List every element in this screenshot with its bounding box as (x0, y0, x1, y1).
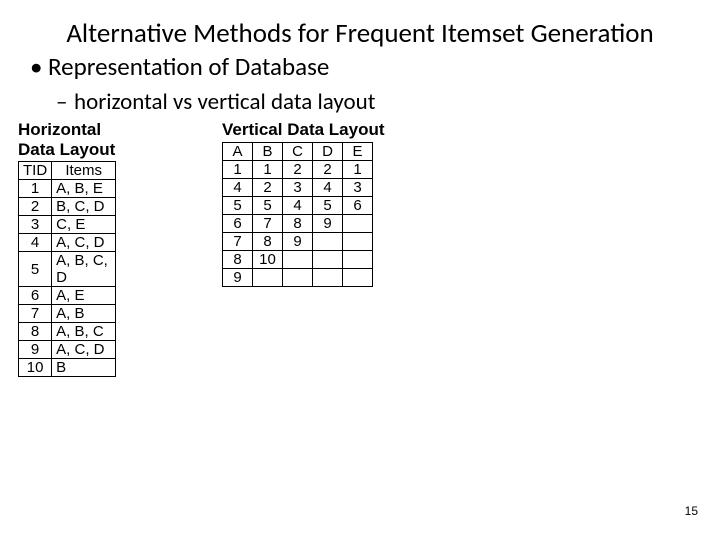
cell: 6 (223, 214, 253, 232)
cell: 2 (253, 178, 283, 196)
cell (283, 250, 313, 268)
cell-items: A, B, E (52, 180, 116, 198)
cell (313, 268, 343, 286)
cell: 8 (223, 250, 253, 268)
table-row: 9 (223, 268, 373, 286)
bullet-level2: –horizontal vs vertical data layout (0, 82, 720, 116)
vertical-table: ABCDE 11221423435545667897898109 (222, 142, 373, 287)
cell: 7 (223, 232, 253, 250)
cell-tid: 2 (19, 198, 52, 216)
cell: 5 (313, 196, 343, 214)
table-row: 55456 (223, 196, 373, 214)
cell-items: A, C, D (52, 341, 116, 359)
horizontal-heading: Horizontal Data Layout (18, 120, 116, 159)
table-row: 3C, E (19, 216, 116, 234)
table-row: 4A, C, D (19, 234, 116, 252)
page-number: 15 (685, 504, 698, 518)
table-row: 10B (19, 359, 116, 377)
cell: 10 (253, 250, 283, 268)
cell-items: A, B (52, 305, 116, 323)
cell: 8 (253, 232, 283, 250)
cell: 3 (343, 178, 373, 196)
cell: 2 (313, 160, 343, 178)
cell-tid: 5 (19, 252, 52, 287)
cell: 4 (223, 178, 253, 196)
table-row: 1A, B, E (19, 180, 116, 198)
cell: 2 (283, 160, 313, 178)
cell: 1 (223, 160, 253, 178)
col-header-c: C (283, 142, 313, 160)
cell-tid: 4 (19, 234, 52, 252)
cell: 9 (313, 214, 343, 232)
vertical-layout-section: Vertical Data Layout ABCDE 1122142343554… (222, 120, 385, 287)
table-row: 6789 (223, 214, 373, 232)
cell (343, 214, 373, 232)
bullet-level2-text: horizontal vs vertical data layout (74, 88, 375, 116)
cell: 4 (313, 178, 343, 196)
table-row: 11221 (223, 160, 373, 178)
cell: 5 (253, 196, 283, 214)
cell-items: B, C, D (52, 198, 116, 216)
cell-tid: 8 (19, 323, 52, 341)
cell: 6 (343, 196, 373, 214)
cell (313, 232, 343, 250)
col-header-tid: TID (19, 162, 52, 180)
col-header-items: Items (52, 162, 116, 180)
cell: 9 (283, 232, 313, 250)
bullet-level1-text: Representation of Database (48, 51, 329, 82)
col-header-a: A (223, 142, 253, 160)
table-row: 810 (223, 250, 373, 268)
cell-items: B (52, 359, 116, 377)
table-row: 2B, C, D (19, 198, 116, 216)
cell (343, 268, 373, 286)
table-row: 5A, B, C, D (19, 252, 116, 287)
cell-tid: 10 (19, 359, 52, 377)
cell-tid: 1 (19, 180, 52, 198)
bullet-level1: •Representation of Database (0, 51, 720, 82)
bullet-dash: – (56, 88, 74, 116)
vertical-heading: Vertical Data Layout (222, 120, 385, 140)
table-row: 789 (223, 232, 373, 250)
page-title: Alternative Methods for Frequent Itemset… (0, 0, 720, 51)
cell: 3 (283, 178, 313, 196)
cell-tid: 6 (19, 287, 52, 305)
horizontal-table: TID Items 1A, B, E2B, C, D3C, E4A, C, D5… (18, 161, 116, 377)
cell (313, 250, 343, 268)
cell-items: A, B, C (52, 323, 116, 341)
table-header-row: TID Items (19, 162, 116, 180)
cell: 8 (283, 214, 313, 232)
cell: 7 (253, 214, 283, 232)
cell-tid: 3 (19, 216, 52, 234)
cell (343, 250, 373, 268)
cell-items: C, E (52, 216, 116, 234)
col-header-e: E (343, 142, 373, 160)
cell (343, 232, 373, 250)
cell: 9 (223, 268, 253, 286)
cell: 5 (223, 196, 253, 214)
cell: 4 (283, 196, 313, 214)
cell-items: A, B, C, D (52, 252, 116, 287)
bullet-dot: • (30, 51, 48, 82)
cell: 1 (253, 160, 283, 178)
cell-items: A, E (52, 287, 116, 305)
table-row: 42343 (223, 178, 373, 196)
cell (283, 268, 313, 286)
cell (253, 268, 283, 286)
cell-tid: 9 (19, 341, 52, 359)
table-row: 6A, E (19, 287, 116, 305)
col-header-d: D (313, 142, 343, 160)
col-header-b: B (253, 142, 283, 160)
table-row: 9A, C, D (19, 341, 116, 359)
cell: 1 (343, 160, 373, 178)
horizontal-layout-section: Horizontal Data Layout TID Items 1A, B, … (18, 120, 116, 377)
table-row: 7A, B (19, 305, 116, 323)
cell-items: A, C, D (52, 234, 116, 252)
table-header-row: ABCDE (223, 142, 373, 160)
table-row: 8A, B, C (19, 323, 116, 341)
cell-tid: 7 (19, 305, 52, 323)
